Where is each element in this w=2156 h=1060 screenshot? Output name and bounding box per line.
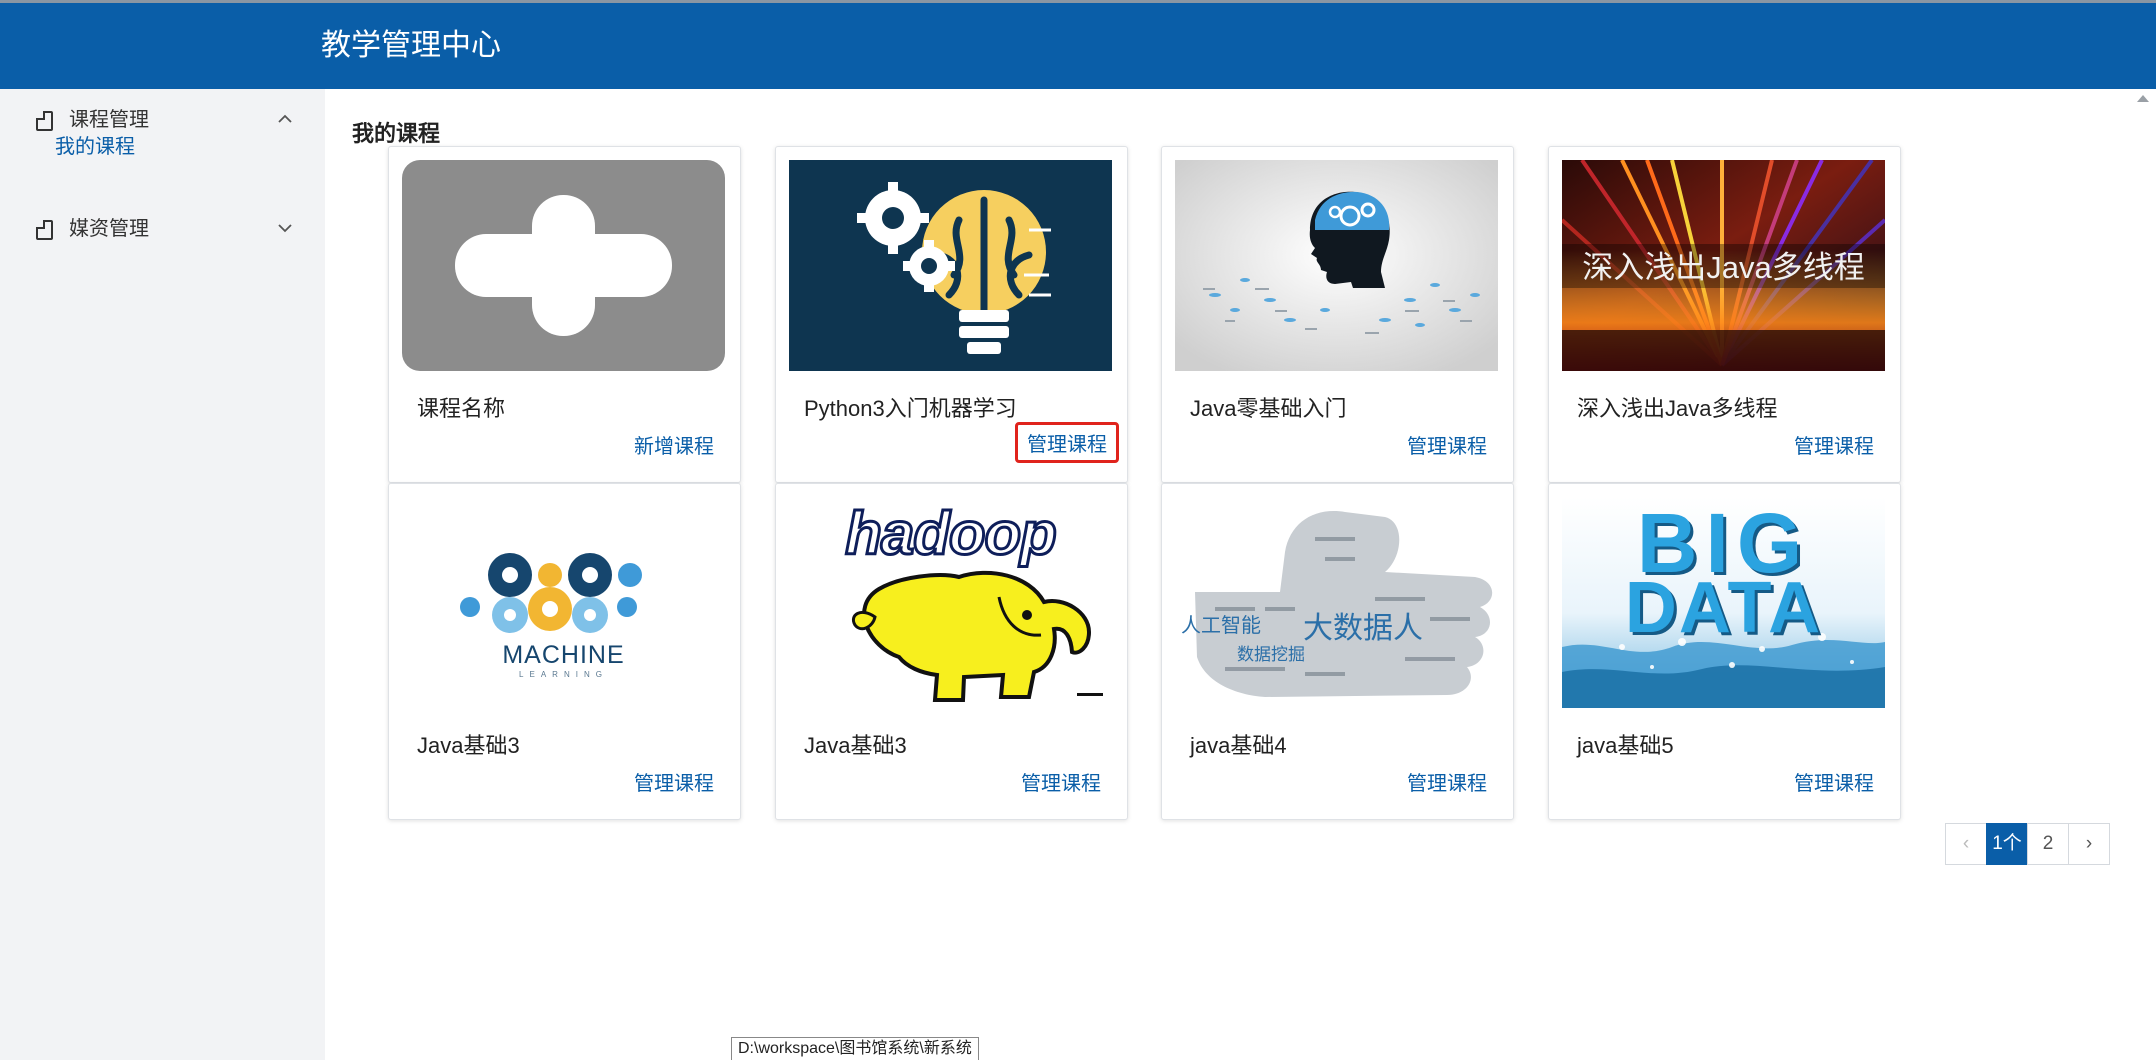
wordcloud-text: 数据挖掘 [1237,645,1305,664]
manage-course-button[interactable]: 管理课程 [1794,767,1874,796]
manage-course-button[interactable]: 管理课程 [1407,767,1487,796]
sidebar-item-my-courses[interactable]: 我的课程 [55,127,135,167]
course-thumbnail [789,160,1112,371]
course-card-add: 课程名称 新增课程 [388,146,741,483]
vertical-scrollbar[interactable] [2132,89,2156,1060]
course-thumbnail: MACHINE LEARNING [402,497,725,708]
thumbnail-logo-text: hadoop [844,499,1059,569]
course-name: Java零基础入门 [1190,396,1347,421]
chevron-up-icon [278,114,292,123]
course-card: MACHINE LEARNING Java基础3 管理课程 [388,483,741,820]
course-name: Java基础3 [417,733,520,758]
page-2-button[interactable]: 2 [2027,823,2069,865]
scroll-up-arrow-icon[interactable] [2137,95,2149,102]
top-header: 教学管理中心 [0,0,2156,89]
course-card: Java零基础入门 管理课程 [1161,146,1514,483]
course-thumbnail: 深入浅出Java多线程 [1562,160,1885,371]
next-page-button[interactable]: › [2068,823,2110,865]
add-course-thumbnail[interactable] [402,160,725,371]
page-title: 我的课程 [352,121,441,146]
course-name: Python3入门机器学习 [804,396,1017,421]
status-bar-path: D:\workspace\图书馆系统\新系统 [731,1037,979,1060]
document-icon [36,220,53,240]
course-name: 深入浅出Java多线程 [1577,396,1778,421]
plus-icon [402,160,725,371]
thumbnail-logo-text: MACHINE [502,641,625,669]
sidebar-group-media-management[interactable]: 媒资管理 [0,201,325,257]
sidebar-group-course-management[interactable]: 课程管理 [0,92,325,148]
course-card: 人工智能 大数据人 数据挖掘 java基础4 管理课程 [1161,483,1514,820]
course-thumbnail [1175,160,1498,371]
manage-course-button[interactable]: 管理课程 [1021,767,1101,796]
course-name: 课程名称 [417,396,506,421]
manage-course-button[interactable]: 管理课程 [1015,422,1119,463]
manage-course-button[interactable]: 管理课程 [1407,430,1487,459]
app-title: 教学管理中心 [321,29,501,62]
manage-course-button[interactable]: 管理课程 [1794,430,1874,459]
document-icon [36,111,53,131]
wordcloud-text: 大数据人 [1303,612,1423,645]
course-thumbnail: hadoop [789,497,1112,708]
thumbnail-overlay-text: 深入浅出Java多线程 [1582,250,1865,285]
course-card: Python3入门机器学习 管理课程 [775,146,1128,483]
wordcloud-text: 人工智能 [1181,615,1261,637]
brain-lightbulb-image [789,160,1112,371]
course-thumbnail: 人工智能 大数据人 数据挖掘 [1175,497,1498,708]
course-card: BIG DATA java基础5 管理课程 [1548,483,1901,820]
manage-course-button[interactable]: 管理课程 [634,767,714,796]
course-thumbnail: BIG DATA [1562,497,1885,708]
course-name: Java基础3 [804,733,907,758]
head-gears-image [1175,160,1498,371]
chevron-down-icon [278,224,292,233]
thumbnail-logo-subtext: LEARNING [519,670,608,679]
course-card: hadoop Java基础3 管理课程 [775,483,1128,820]
add-course-button[interactable]: 新增课程 [634,430,714,459]
prev-page-button[interactable]: ‹ [1945,823,1987,865]
course-card: 深入浅出Java多线程 深入浅出Java多线程 管理课程 [1548,146,1901,483]
sidebar: 课程管理 我的课程 媒资管理 [0,89,325,1060]
course-name: java基础4 [1190,733,1287,758]
sidebar-group-label: 媒资管理 [69,218,149,240]
course-name: java基础5 [1577,733,1674,758]
thumbnail-logo-text: DATA [1624,568,1823,648]
page-1-button[interactable]: 1个 [1986,823,2028,865]
